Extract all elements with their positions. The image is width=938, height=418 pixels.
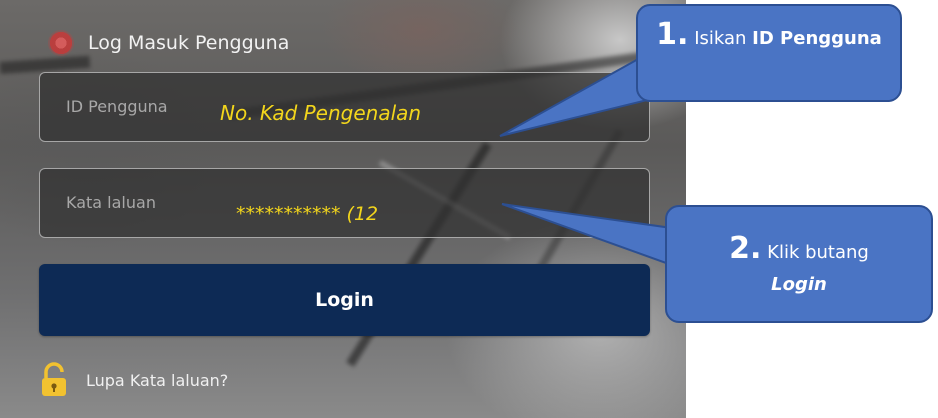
screenshot-stage: Log Masuk Pengguna ID Pengguna No. Kad P…	[0, 0, 938, 418]
callout-step-2: 2. Klik butang Login	[665, 205, 933, 323]
password-field[interactable]: Kata laluan *********** (12	[39, 168, 650, 238]
login-header: Log Masuk Pengguna	[48, 30, 289, 56]
forgot-password-link[interactable]: Lupa Kata laluan?	[86, 371, 228, 390]
login-title: Log Masuk Pengguna	[88, 32, 290, 54]
password-placeholder: Kata laluan	[66, 193, 156, 212]
unlock-icon	[40, 362, 68, 398]
callout-2-number: 2.	[729, 231, 762, 266]
callout-1-bold-text: ID Pengguna	[752, 28, 882, 49]
callout-2-bold-text: Login	[771, 274, 827, 295]
callout-1-number: 1.	[656, 17, 689, 52]
callout-1-text: Isikan	[694, 28, 747, 49]
user-id-field[interactable]: ID Pengguna No. Kad Pengenalan	[39, 72, 650, 142]
login-button[interactable]: Login	[39, 264, 650, 336]
user-id-placeholder: ID Pengguna	[66, 97, 168, 116]
callout-step-1: 1. Isikan ID Pengguna	[636, 4, 902, 102]
user-id-annotation: No. Kad Pengenalan	[220, 101, 422, 125]
callout-2-text: Klik butang	[767, 242, 869, 263]
login-panel: Log Masuk Pengguna ID Pengguna No. Kad P…	[0, 0, 686, 418]
brand-logo-icon	[48, 30, 74, 56]
forgot-password-row: Lupa Kata laluan?	[40, 362, 228, 398]
password-annotation: *********** (12	[236, 203, 379, 225]
